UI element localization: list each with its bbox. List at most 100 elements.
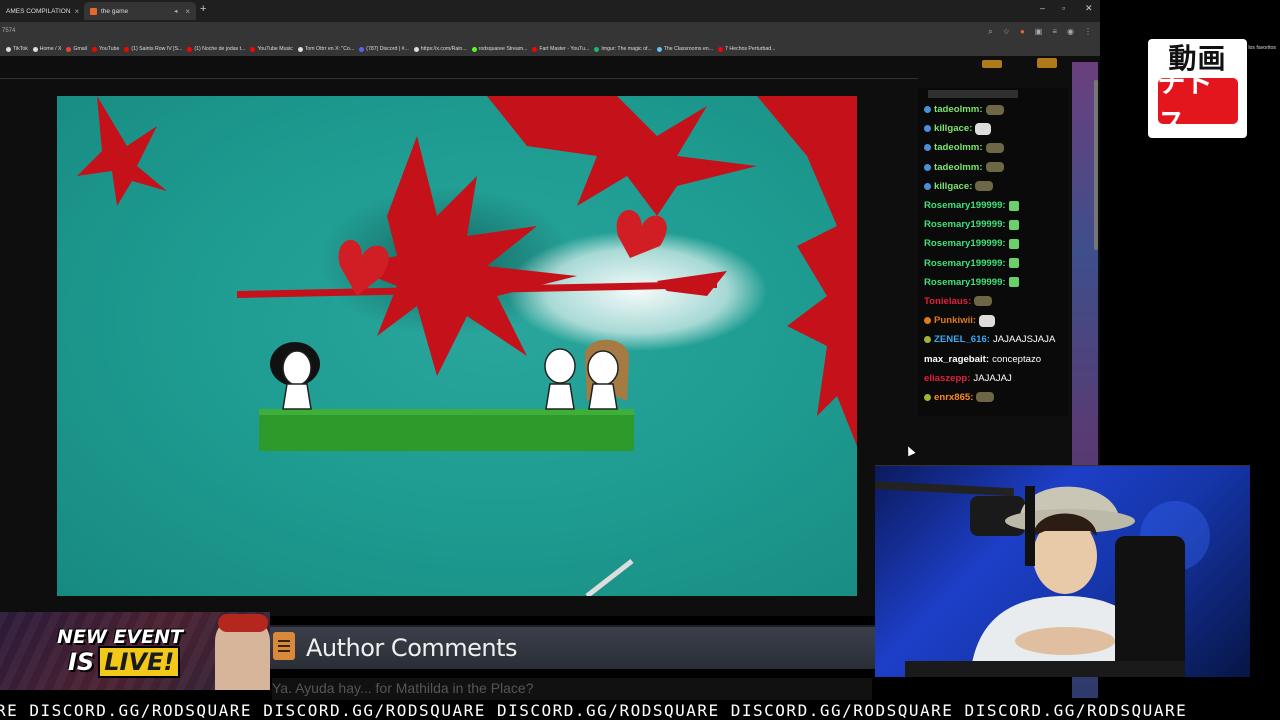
chat-username[interactable]: tadeolmm: [934, 142, 983, 153]
extensions-puzzle-icon[interactable]: ▣ [1035, 27, 1043, 37]
chat-username[interactable]: Rosemary199999: [924, 258, 1006, 269]
bookmark-item[interactable]: rodsquaree Stream... [471, 46, 528, 52]
chat-message: tadeolmm: [924, 158, 1070, 177]
chat-emote-icon [1008, 277, 1019, 288]
game-scene [77, 96, 857, 596]
chat-username[interactable]: Punkiwii: [934, 315, 976, 326]
event-line1: NEW EVENT [57, 626, 183, 648]
chat-message: Tonielaus: [924, 292, 1070, 311]
chat-username[interactable]: enrx865: [934, 392, 973, 403]
bookmark-label: rodsquaree Stream... [478, 46, 528, 52]
profile-avatar-icon[interactable]: ◉ [1067, 27, 1074, 37]
badge-icon [924, 317, 931, 325]
webcam-scene [875, 480, 1210, 677]
close-window-icon[interactable]: ✕ [1085, 3, 1093, 14]
bookmark-label: (1) Saints Row IV [S... [131, 46, 183, 52]
chat-username[interactable]: Rosemary199999: [924, 238, 1006, 249]
chat-message: tadeolmm: [924, 138, 1070, 157]
bookmark-label: The Classrooms en... [663, 46, 714, 52]
bookmark-item[interactable]: (1) Saints Row IV [S... [124, 46, 182, 52]
chat-username[interactable]: tadeolmm: [934, 104, 983, 115]
bookmark-favicon-icon [187, 46, 193, 52]
grass-top [259, 409, 634, 415]
chat-username[interactable]: killgace: [934, 181, 972, 192]
chat-message: Rosemary199999: [924, 215, 1070, 234]
chat-message-list: tadeolmm: killgace: tadeolmm: tadeolmm: kill… [924, 100, 1070, 407]
chat-username[interactable]: max_ragebait: [924, 354, 989, 365]
bookmark-label: (787) Discord | #... [366, 46, 409, 52]
chat-username[interactable]: Rosemary199999: [924, 277, 1006, 288]
chat-username[interactable]: Rosemary199999: [924, 219, 1006, 230]
bookmark-favicon-icon [471, 46, 477, 52]
bookmark-item[interactable]: TikTok [6, 46, 28, 52]
bookmark-item[interactable]: (1) Noche de jodas t... [187, 46, 245, 52]
chat-emote-icon [976, 392, 995, 403]
zoom-icon[interactable]: ⌕ [988, 27, 992, 37]
chat-username[interactable]: Tonielaus: [924, 296, 971, 307]
new-tab-icon[interactable]: + [200, 3, 206, 15]
chat-username[interactable]: Rosemary199999: [924, 200, 1006, 211]
author-comments-title: Author Comments [306, 634, 518, 662]
chat-text: JAJAJAJ [973, 372, 1012, 384]
bookmark-star-icon[interactable]: ☆ [1003, 27, 1010, 37]
bookmark-label: YouTube Music [257, 46, 293, 52]
game-canvas[interactable] [57, 96, 857, 596]
bookmark-favicon-icon [656, 46, 662, 52]
chat-emote-icon [1008, 258, 1019, 269]
close-tab-icon[interactable]: × [75, 7, 80, 16]
maximize-icon[interactable]: ▫ [1062, 3, 1065, 13]
badge-icon [924, 336, 931, 344]
bookmark-favicon-icon [91, 46, 97, 52]
bookmark-item[interactable]: YouTube [91, 46, 119, 52]
bookmark-item[interactable]: (787) Discord | #... [359, 46, 409, 52]
character-right [585, 339, 629, 410]
logo-bottom-text: チドス [1157, 66, 1238, 139]
chat-username[interactable]: eliaszepp: [924, 373, 970, 384]
chat-message: max_ragebait: conceptazo [924, 349, 1070, 368]
browser-tab-the-game[interactable]: the game ◂ × [84, 2, 196, 20]
bookmark-item[interactable]: YouTube Music [250, 46, 293, 52]
close-tab-icon[interactable]: × [185, 7, 190, 16]
chat-emote-icon [979, 314, 996, 327]
speaker-icon[interactable]: ◂ [174, 7, 177, 15]
new-event-banner[interactable]: NEW EVENT IS LIVE! [0, 612, 270, 690]
toolbar-icon[interactable] [982, 60, 1002, 68]
chat-message: eliaszepp: JAJAJAJ [924, 369, 1070, 388]
channel-logo: 動画 チドス [1148, 39, 1247, 139]
menu-kebab-icon[interactable]: ⋮ [1084, 27, 1092, 37]
scrollbar-thumb[interactable] [1094, 80, 1098, 250]
bookmark-label: Gmail [73, 46, 87, 52]
address-bar-actions: ⌕ ☆ ● ▣ ≡ ◉ ⋮ [988, 27, 1092, 37]
media-icon[interactable]: ≡ [1052, 27, 1057, 37]
chat-emote-icon [985, 104, 1004, 115]
sword [585, 559, 634, 596]
minimize-icon[interactable]: – [1040, 3, 1045, 13]
toolbar-icon[interactable] [1037, 58, 1057, 68]
event-is: IS [68, 648, 95, 676]
bookmark-item[interactable]: Imgur: The magic of... [594, 46, 652, 52]
chat-message: Rosemary199999: [924, 234, 1070, 253]
bookmark-favicon-icon [32, 46, 38, 52]
browser-tab-compilation[interactable]: AMES COMPILATION × [0, 2, 79, 20]
bookmark-favicon-icon [718, 46, 724, 52]
bookmark-favicon-icon [532, 46, 538, 52]
bookmark-item[interactable]: Gmail [66, 46, 87, 52]
webcam-overlay [875, 465, 1250, 677]
chat-emote-icon [1008, 200, 1019, 211]
chat-username[interactable]: killgace: [934, 123, 972, 134]
bookmark-item[interactable]: Tom Ottrr en X: "Co... [297, 46, 354, 52]
tab-label: the game [101, 7, 129, 15]
bookmark-item[interactable]: https://x.com/Rain... [413, 46, 467, 52]
chat-emote-icon [975, 181, 994, 192]
address-bar[interactable]: 7574 ⌕ ☆ ● ▣ ≡ ◉ ⋮ [0, 22, 1100, 42]
chat-message: tadeolmm: [924, 100, 1070, 119]
bookmark-favicon-icon [297, 46, 303, 52]
extension-icon[interactable]: ● [1020, 27, 1025, 37]
bookmark-item[interactable]: 7 Hechos Perturbad... [718, 46, 776, 52]
bookmark-item[interactable]: The Classrooms en... [656, 46, 714, 52]
bookmark-item[interactable]: Home / X [32, 46, 61, 52]
chat-username[interactable]: ZENEL_616: [934, 334, 990, 345]
chat-username[interactable]: tadeolmm: [934, 162, 983, 173]
bookmark-item[interactable]: Fart Master - YouTu... [532, 46, 589, 52]
event-line2: IS LIVE! [68, 646, 181, 678]
